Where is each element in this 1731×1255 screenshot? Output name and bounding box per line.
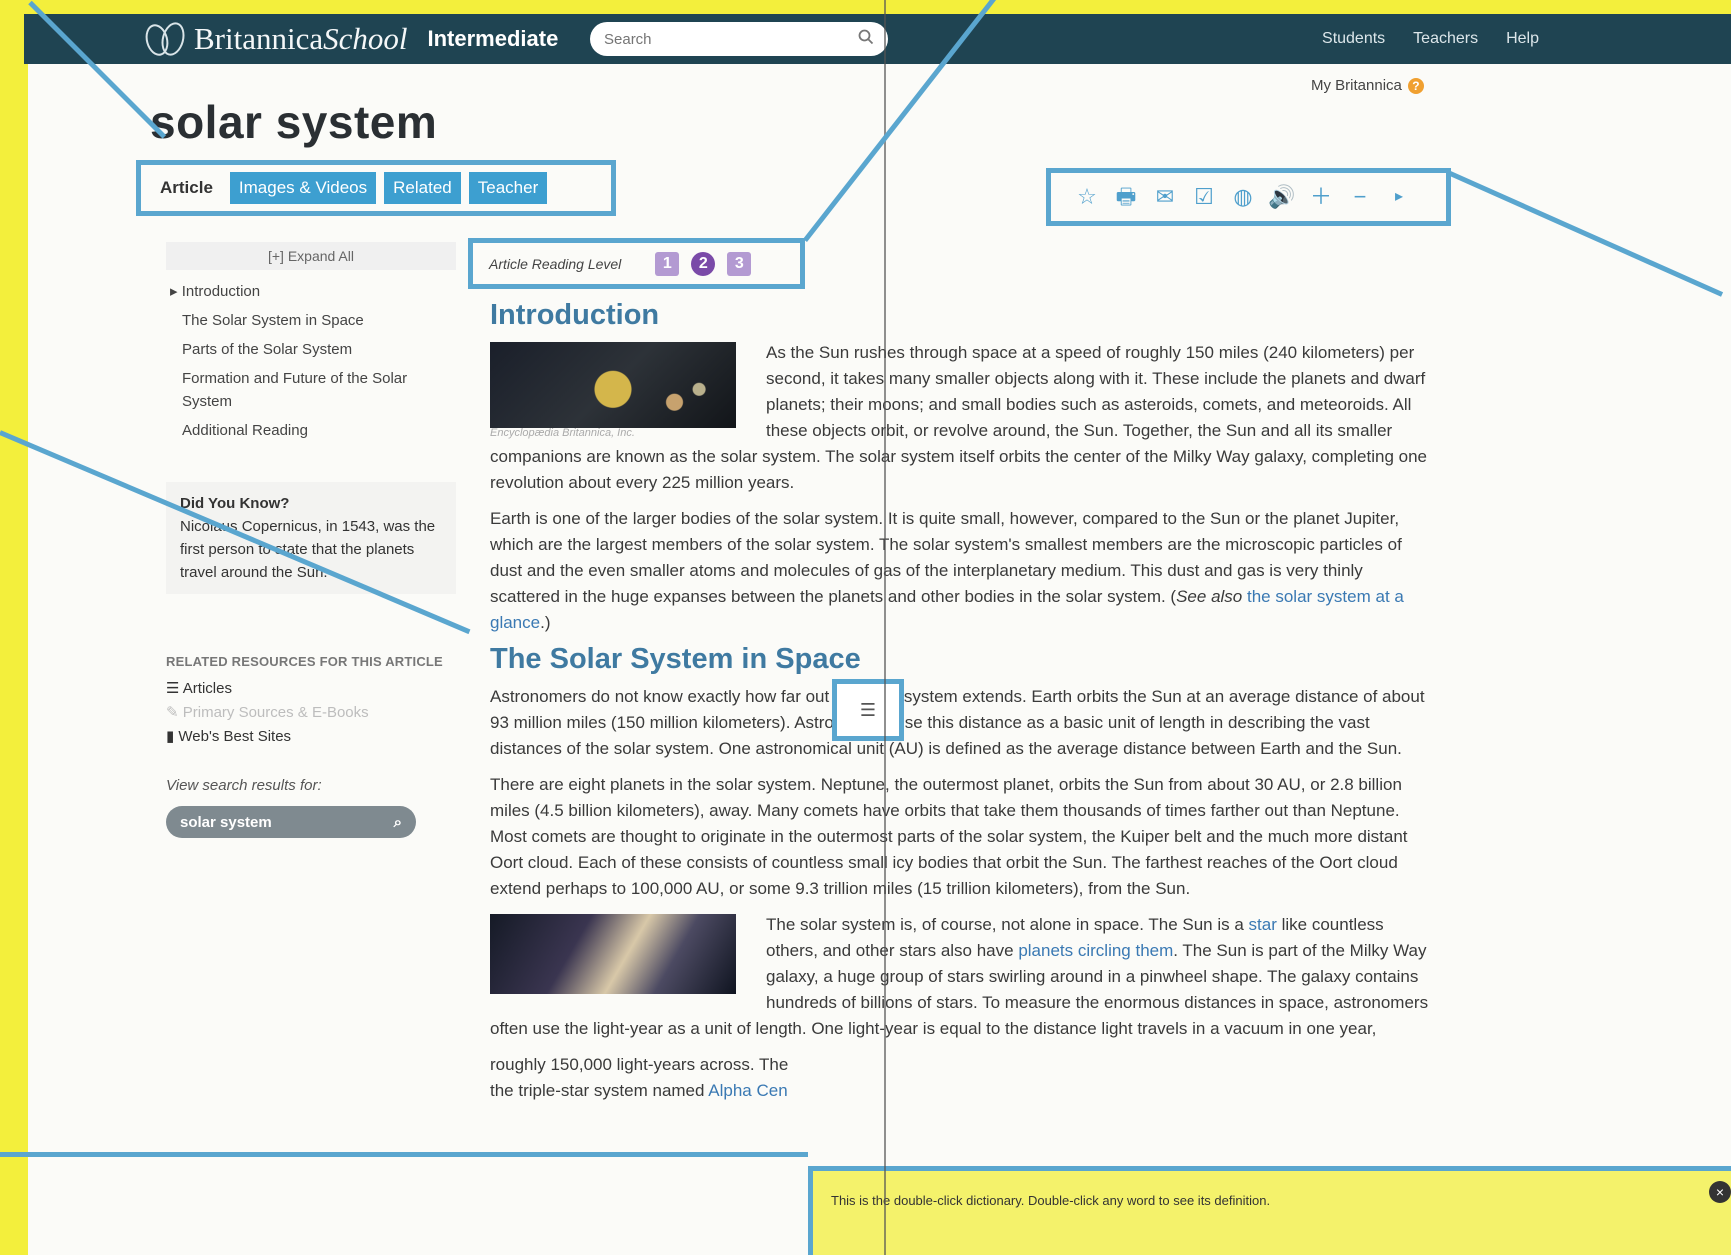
space-paragraph-3-text-a: The solar system is, of course, not alon… [766, 915, 1249, 934]
toc-solar-system-in-space[interactable]: The Solar System in Space [166, 309, 456, 332]
reading-level-1[interactable]: 1 [655, 251, 680, 276]
edit-icon: ✎ [166, 704, 183, 721]
brand-name-school: School [323, 21, 408, 56]
tab-related[interactable]: Related [384, 172, 461, 204]
star-icon[interactable]: ☆ [1075, 185, 1099, 209]
toc-additional-reading[interactable]: Additional Reading [166, 419, 456, 442]
intro-paragraph-2-tail: .) [540, 613, 551, 632]
toc-formation-and-future[interactable]: Formation and Future of the Solar System [166, 367, 456, 413]
page-title: solar system [150, 96, 438, 148]
chevron-right-icon[interactable]: ▸ [1387, 185, 1411, 209]
solar-system-image[interactable]: Encyclopædia Britannica, Inc. [490, 342, 736, 439]
tab-teacher[interactable]: Teacher [468, 172, 548, 204]
britannica-logo[interactable]: BritannicaSchool Intermediate [144, 20, 558, 58]
sidebar-search-term: solar system [180, 813, 272, 831]
space-paragraph-3-continued: roughly 150,000 light-years across. The … [490, 1052, 1430, 1104]
view-search-results-label: View search results for: [166, 777, 322, 794]
yellow-top-frame [0, 0, 1731, 14]
list-icon[interactable]: ☰ [832, 679, 904, 741]
teachers-link[interactable]: Teachers [1413, 30, 1478, 48]
table-of-contents: Introduction The Solar System in Space P… [166, 280, 456, 442]
see-also-label: See also [1176, 587, 1243, 606]
alpha-centauri-link[interactable]: Alpha Cen [708, 1081, 787, 1100]
search-box[interactable] [590, 22, 888, 56]
help-link[interactable]: Help [1506, 30, 1539, 48]
double-click-dictionary-bar: This is the double-click dictionary. Dou… [808, 1166, 1731, 1255]
tab-images-videos[interactable]: Images & Videos [229, 172, 377, 204]
my-britannica-link[interactable]: My Britannica ? [1311, 77, 1424, 94]
article-content: Introduction Encyclopædia Britannica, In… [490, 299, 1430, 1114]
brand-name: BritannicaSchool [194, 21, 408, 57]
citation-icon[interactable]: ☑ [1192, 185, 1216, 209]
tab-article[interactable]: Article [151, 172, 222, 204]
reading-level-2[interactable]: 2 [691, 251, 716, 276]
callout-line [0, 1152, 808, 1157]
space-paragraph-3-text-e: the triple-star system named [490, 1081, 709, 1100]
toc-parts-of-solar-system[interactable]: Parts of the Solar System [166, 338, 456, 361]
yellow-left-frame [0, 0, 28, 1255]
britannica-thistle-icon [144, 20, 186, 58]
help-icon[interactable]: ? [1407, 77, 1424, 94]
related-articles[interactable]: ☰ Articles [166, 677, 456, 701]
search-icon[interactable]: ⌕ [394, 814, 402, 831]
related-articles-label: Articles [182, 680, 232, 697]
top-links: Students Teachers Help [1322, 30, 1539, 48]
my-britannica-label: My Britannica [1311, 77, 1402, 94]
brand-name-britannica: Britannica [194, 21, 324, 56]
translate-icon[interactable]: ◍ [1231, 185, 1255, 209]
sidebar: [+] Expand All Introduction The Solar Sy… [166, 242, 456, 838]
did-you-know-box: Did You Know? Nicolaus Copernicus, in 15… [166, 482, 456, 594]
top-bar: BritannicaSchool Intermediate Students T… [24, 14, 1731, 64]
star-link[interactable]: star [1249, 915, 1277, 934]
list-icon: ☰ [166, 680, 183, 697]
zoom-out-icon[interactable]: − [1348, 185, 1372, 209]
reading-level-box: Article Reading Level 1 2 3 [468, 238, 805, 289]
reading-level-3[interactable]: 3 [727, 251, 752, 276]
email-icon[interactable]: ✉ [1153, 185, 1177, 209]
image-caption: Encyclopædia Britannica, Inc. [490, 427, 635, 439]
zoom-in-icon[interactable]: ＋ [1309, 185, 1333, 209]
students-link[interactable]: Students [1322, 30, 1385, 48]
space-paragraph-2: There are eight planets in the solar sys… [490, 775, 1408, 898]
audio-icon[interactable]: 🔊 [1268, 185, 1295, 209]
callout-line [1446, 170, 1724, 297]
close-icon[interactable]: × [1709, 1181, 1731, 1203]
sidebar-search-pill[interactable]: solar system ⌕ [166, 806, 416, 838]
bookmark-icon: ▮ [166, 728, 179, 745]
search-icon[interactable] [858, 29, 874, 45]
dictionary-message: This is the double-click dictionary. Dou… [831, 1193, 1271, 1208]
intro-paragraph-2: Earth is one of the larger bodies of the… [490, 506, 1430, 636]
section-title-space: The Solar System in Space [490, 643, 861, 675]
milky-way-image[interactable] [490, 914, 736, 994]
did-you-know-heading: Did You Know? [180, 495, 290, 512]
print-icon[interactable]: 🖶 [1114, 185, 1138, 209]
toc-introduction[interactable]: Introduction [166, 280, 456, 303]
planets-circling-link[interactable]: planets circling them [1018, 941, 1173, 960]
page-seam [884, 0, 886, 1255]
related-primary-sources-label: Primary Sources & E-Books [182, 704, 369, 721]
related-primary-sources: ✎ Primary Sources & E-Books [166, 701, 456, 725]
space-paragraph-1: Astronomers do not know exactly how far … [490, 687, 1425, 758]
level-label[interactable]: Intermediate [428, 26, 559, 52]
reading-level-label: Article Reading Level [489, 255, 622, 272]
section-title-introduction: Introduction [490, 299, 660, 331]
search-input[interactable] [602, 29, 846, 49]
related-resources-title: RELATED RESOURCES FOR THIS ARTICLE [166, 654, 443, 669]
article-toolbar: ☆ 🖶 ✉ ☑ ◍ 🔊 ＋ − ▸ [1046, 168, 1451, 226]
related-web-sites-label: Web's Best Sites [178, 728, 292, 745]
space-paragraph-3-text-d: roughly 150,000 light-years across. The [490, 1055, 789, 1074]
related-web-sites[interactable]: ▮ Web's Best Sites [166, 725, 456, 749]
related-resources-list: ☰ Articles ✎ Primary Sources & E-Books ▮… [166, 677, 456, 749]
article-tabs: Article Images & Videos Related Teacher [136, 160, 616, 216]
expand-all-button[interactable]: [+] Expand All [166, 242, 456, 270]
